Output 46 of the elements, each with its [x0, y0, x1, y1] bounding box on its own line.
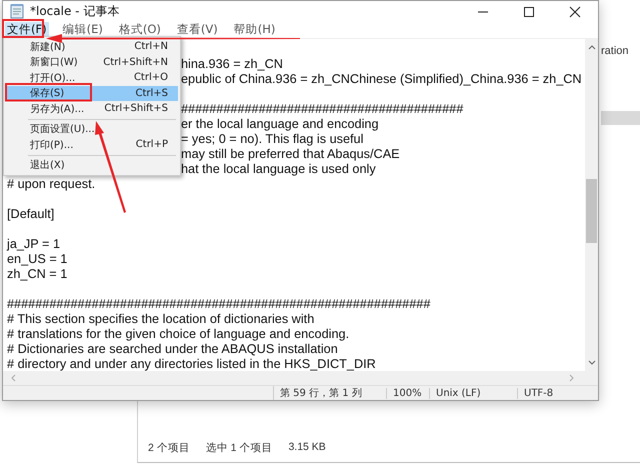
menu-item[interactable]: 另存为(A)... Ctrl+Shift+S	[6, 101, 178, 116]
menu-item[interactable]: 新窗口(W) Ctrl+Shift+N	[6, 54, 178, 70]
menu-item[interactable]: 帮助(H)	[232, 22, 278, 37]
column-header[interactable]: ration	[601, 45, 629, 57]
vertical-scrollbar[interactable]	[585, 39, 598, 371]
horizontal-scrollbar[interactable]	[3, 371, 598, 385]
status-text: 选中 1 个项目	[206, 441, 272, 455]
menu-item[interactable]: 打开(O)... Ctrl+O	[6, 70, 178, 86]
text-line: # translations for the given choice of language and encoding.	[7, 327, 350, 341]
status-text: Unix (LF)	[429, 388, 517, 398]
scroll-right-icon[interactable]	[568, 373, 576, 383]
text-line: # This section specifies the location of dictionaries with	[7, 312, 314, 326]
text-line: en_US = 1	[7, 252, 68, 266]
window-title: *locale - 记事本	[30, 2, 120, 20]
text-line: hina.936 = zh_CN	[181, 57, 283, 71]
text-line: ja_JP = 1	[7, 237, 60, 251]
text-line: may still be preferred that Abaqus/CAE	[181, 147, 400, 161]
status-text: 100%	[386, 388, 429, 398]
menu-item[interactable]: 格式(O)	[116, 22, 163, 37]
text-line: er the local language and encoding	[181, 117, 379, 131]
text-line: # directory and under any directories listed in the HKS_DICT_DIR	[7, 357, 376, 371]
status-text: 3.15 KB	[288, 441, 326, 455]
notepad-icon	[10, 3, 24, 19]
text-line: ############################################################	[7, 297, 430, 311]
menu-item[interactable]: 页面设置(U)...	[6, 122, 178, 137]
text-line: [Default]	[7, 207, 54, 221]
text-line: # Dictionaries are searched under the ABAQUS installation	[7, 342, 338, 356]
text-line: hat the local language is used only	[181, 162, 376, 176]
text-line: ########################################	[181, 102, 464, 116]
menu-item[interactable]: 查看(V)	[174, 22, 220, 37]
menu-item[interactable]: 打印(P)... Ctrl+P	[6, 137, 178, 152]
menu-item[interactable]: 保存(S) Ctrl+S	[6, 86, 178, 101]
scrollbar-thumb[interactable]	[586, 179, 597, 243]
menu-item[interactable]: 新建(N) Ctrl+N	[6, 39, 178, 54]
text-line: epublic of China.936 = zh_CNChinese (Simplified)_China.936 = zh_CN	[181, 72, 582, 86]
scroll-down-icon[interactable]	[586, 359, 596, 367]
status-text: 2 个项目	[148, 441, 190, 455]
status-text: UTF-8	[517, 388, 560, 398]
text-line: zh_CN = 1	[7, 267, 68, 281]
scroll-up-icon[interactable]	[586, 43, 596, 51]
text-line: # upon request.	[7, 177, 96, 191]
scroll-left-icon[interactable]	[9, 373, 17, 383]
text-line: = yes; 0 = no). This flag is useful	[181, 132, 364, 146]
status-text: 第 59 行，第 1 列	[273, 386, 386, 400]
menu-item[interactable]: 编辑(E)	[60, 22, 105, 37]
menu-item[interactable]: 退出(X)	[6, 158, 178, 173]
